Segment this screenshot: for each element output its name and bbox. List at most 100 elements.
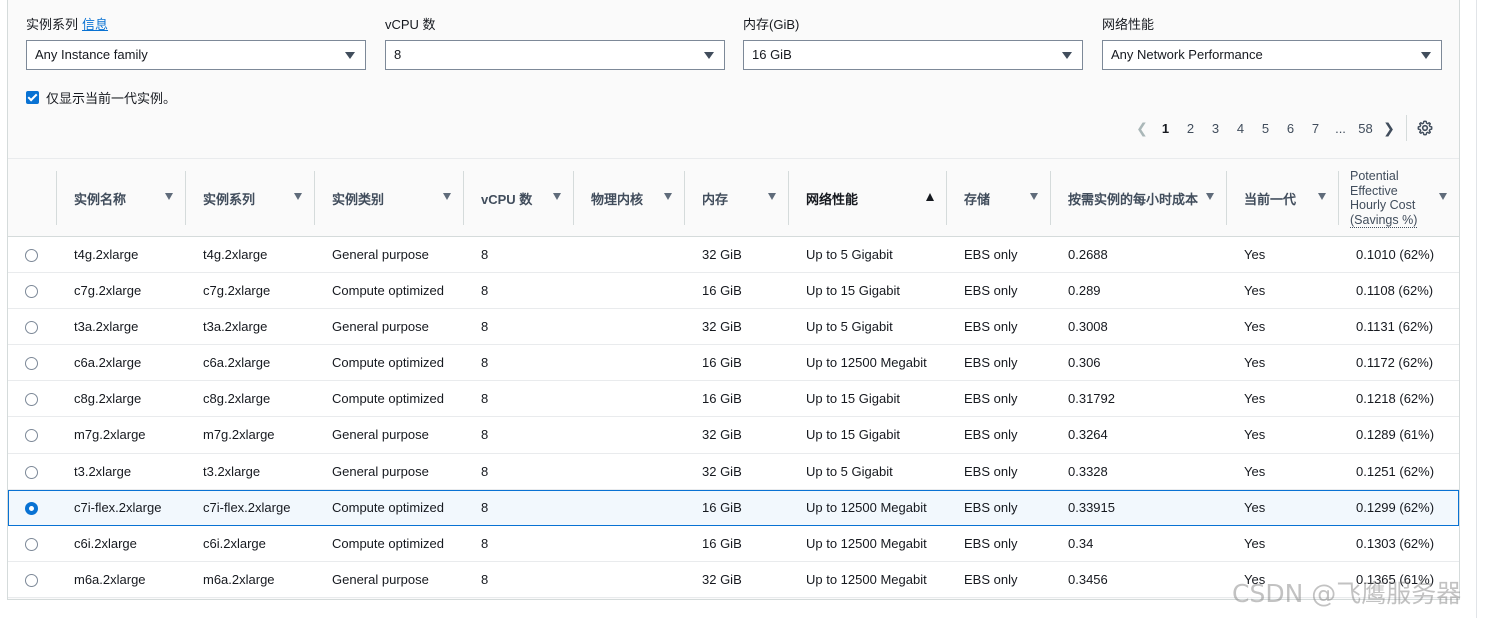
caret-down-icon [345, 52, 355, 59]
checkbox-checked-icon[interactable] [26, 90, 39, 104]
radio-icon[interactable] [25, 249, 38, 262]
radio-icon[interactable] [25, 393, 38, 407]
cell-network: Up to 5 Gigabit [806, 463, 893, 479]
memory-select[interactable]: 16 GiB [743, 40, 1083, 70]
col-header-cost[interactable]: 按需实例的每小时成本 [1050, 159, 1226, 237]
table-row[interactable]: m7g.2xlarge m7g.2xlarge General purpose 8 32… [8, 417, 1459, 454]
col-header-current[interactable]: 当前一代 [1226, 159, 1338, 237]
sort-caret-icon[interactable] [294, 193, 302, 200]
current-generation-toggle[interactable]: 仅显示当前一代实例。 [26, 88, 176, 106]
sort-caret-icon[interactable] [768, 193, 776, 200]
sort-caret-icon[interactable] [443, 193, 451, 200]
col-header-name[interactable]: 实例名称 [56, 159, 185, 237]
chevron-right-icon[interactable]: ❯ [1378, 120, 1400, 137]
col-header-memory[interactable]: 内存 [684, 159, 788, 237]
sort-caret-icon[interactable] [553, 193, 561, 200]
cell-family: c7i-flex.2xlarge [203, 499, 291, 515]
radio-icon[interactable] [25, 285, 38, 299]
page-6[interactable]: 6 [1278, 121, 1303, 136]
col-header-type[interactable]: 实例类别 [314, 159, 463, 237]
radio-icon[interactable] [25, 465, 38, 479]
filter-memory: 内存(GiB) 16 GiB [743, 16, 1083, 70]
cell-cost: 0.3264 [1068, 427, 1108, 443]
col-header-cores[interactable]: 物理内核 [573, 159, 684, 237]
gear-icon[interactable] [1417, 120, 1433, 136]
cell-current: Yes [1244, 319, 1266, 335]
sort-caret-icon[interactable] [1030, 193, 1038, 200]
sort-caret-icon[interactable] [1318, 193, 1326, 200]
page-5[interactable]: 5 [1253, 121, 1278, 136]
cell-type: General purpose [332, 571, 429, 587]
vcpu-select[interactable]: 8 [385, 40, 725, 70]
col-select [8, 159, 56, 237]
page-58[interactable]: 58 [1353, 121, 1378, 136]
table-row[interactable]: c7i-flex.2xlarge c7i-flex.2xlarge Compute … [8, 489, 1459, 526]
sort-ascending-icon[interactable] [926, 193, 934, 201]
instance-table-body: t4g.2xlarge t4g.2xlarge General purpose 8 32… [8, 237, 1459, 598]
col-header-family[interactable]: 实例系列 [185, 159, 314, 237]
sort-caret-icon[interactable] [664, 193, 672, 200]
cell-storage: EBS only [964, 247, 1018, 262]
table-row[interactable]: c6i.2xlarge c6i.2xlarge Compute optimized 8… [8, 525, 1459, 562]
page-scrollbar[interactable] [1476, 0, 1486, 618]
page-7[interactable]: 7 [1303, 121, 1328, 136]
cell-name: c6i.2xlarge [74, 535, 137, 551]
chevron-left-icon[interactable]: ❮ [1131, 120, 1153, 137]
cell-storage: EBS only [964, 283, 1018, 299]
cell-storage: EBS only [964, 391, 1018, 407]
filter-network: 网络性能 Any Network Performance [1102, 16, 1442, 70]
col-header-savings[interactable]: Potential Effective Hourly Cost (Savings… [1338, 159, 1459, 237]
table-row[interactable]: c8g.2xlarge c8g.2xlarge Compute optimized 8… [8, 381, 1459, 418]
cell-type: Compute optimized [332, 355, 444, 371]
cell-type: General purpose [332, 463, 429, 479]
filter-bar: 实例系列 信息 Any Instance family vCPU 数 8 内存(G… [26, 16, 1442, 72]
cell-cost: 0.31792 [1068, 391, 1115, 407]
cell-current: Yes [1244, 463, 1266, 479]
cell-memory: 32 GiB [702, 427, 742, 443]
col-header-storage[interactable]: 存储 [946, 159, 1050, 237]
cell-vcpu: 8 [481, 499, 489, 515]
cell-type: General purpose [332, 319, 429, 335]
radio-icon[interactable] [25, 429, 38, 443]
table-row[interactable]: t3.2xlarge t3.2xlarge General purpose 8 32 G… [8, 453, 1459, 490]
caret-down-icon [1062, 52, 1072, 59]
cell-cost: 0.2688 [1068, 247, 1108, 262]
table-row[interactable]: t3a.2xlarge t3a.2xlarge General purpose 8 32… [8, 309, 1459, 346]
column-divider [1050, 171, 1051, 225]
col-header-vcpu[interactable]: vCPU 数 [463, 159, 573, 237]
column-divider [788, 171, 789, 225]
sort-caret-icon[interactable] [165, 193, 173, 200]
cell-network: Up to 12500 Megabit [806, 571, 927, 587]
table-row[interactable]: t4g.2xlarge t4g.2xlarge General purpose 8 32… [8, 237, 1459, 274]
radio-icon[interactable] [25, 573, 38, 587]
sort-caret-icon[interactable] [1439, 193, 1447, 200]
cell-storage: EBS only [964, 319, 1018, 335]
cell-vcpu: 8 [481, 427, 489, 443]
cell-type: Compute optimized [332, 535, 444, 551]
page-2[interactable]: 2 [1178, 121, 1203, 136]
cell-network: Up to 5 Gigabit [806, 319, 893, 335]
table-header: 实例名称 实例系列 实例类别 vCPU 数 物理内核 内存 网络性能 存储 按需… [8, 158, 1459, 237]
table-row[interactable]: c7g.2xlarge c7g.2xlarge Compute optimized 8… [8, 273, 1459, 310]
cell-family: t4g.2xlarge [203, 247, 268, 262]
cell-memory: 32 GiB [702, 247, 742, 262]
instance-family-select[interactable]: Any Instance family [26, 40, 366, 70]
network-select[interactable]: Any Network Performance [1102, 40, 1442, 70]
cell-network: Up to 5 Gigabit [806, 247, 893, 262]
table-row[interactable]: c6a.2xlarge c6a.2xlarge Compute optimized 8… [8, 345, 1459, 382]
radio-icon[interactable] [25, 537, 38, 551]
cell-storage: EBS only [964, 355, 1018, 371]
page-3[interactable]: 3 [1203, 121, 1228, 136]
col-header-network[interactable]: 网络性能 [788, 159, 946, 237]
cell-memory: 16 GiB [702, 535, 742, 551]
cell-cost: 0.306 [1068, 355, 1101, 371]
info-link[interactable]: 信息 [82, 17, 108, 32]
radio-icon[interactable] [25, 357, 38, 371]
page-4[interactable]: 4 [1228, 121, 1253, 136]
radio-selected-icon[interactable] [25, 501, 38, 515]
cell-savings: 0.1303 (62%) [1356, 535, 1435, 551]
page-1[interactable]: 1 [1153, 121, 1178, 136]
radio-icon[interactable] [25, 321, 38, 335]
sort-caret-icon[interactable] [1206, 193, 1214, 200]
pagination: ❮ 1 2 3 4 5 6 7 ... 58 ❯ [1131, 115, 1433, 141]
